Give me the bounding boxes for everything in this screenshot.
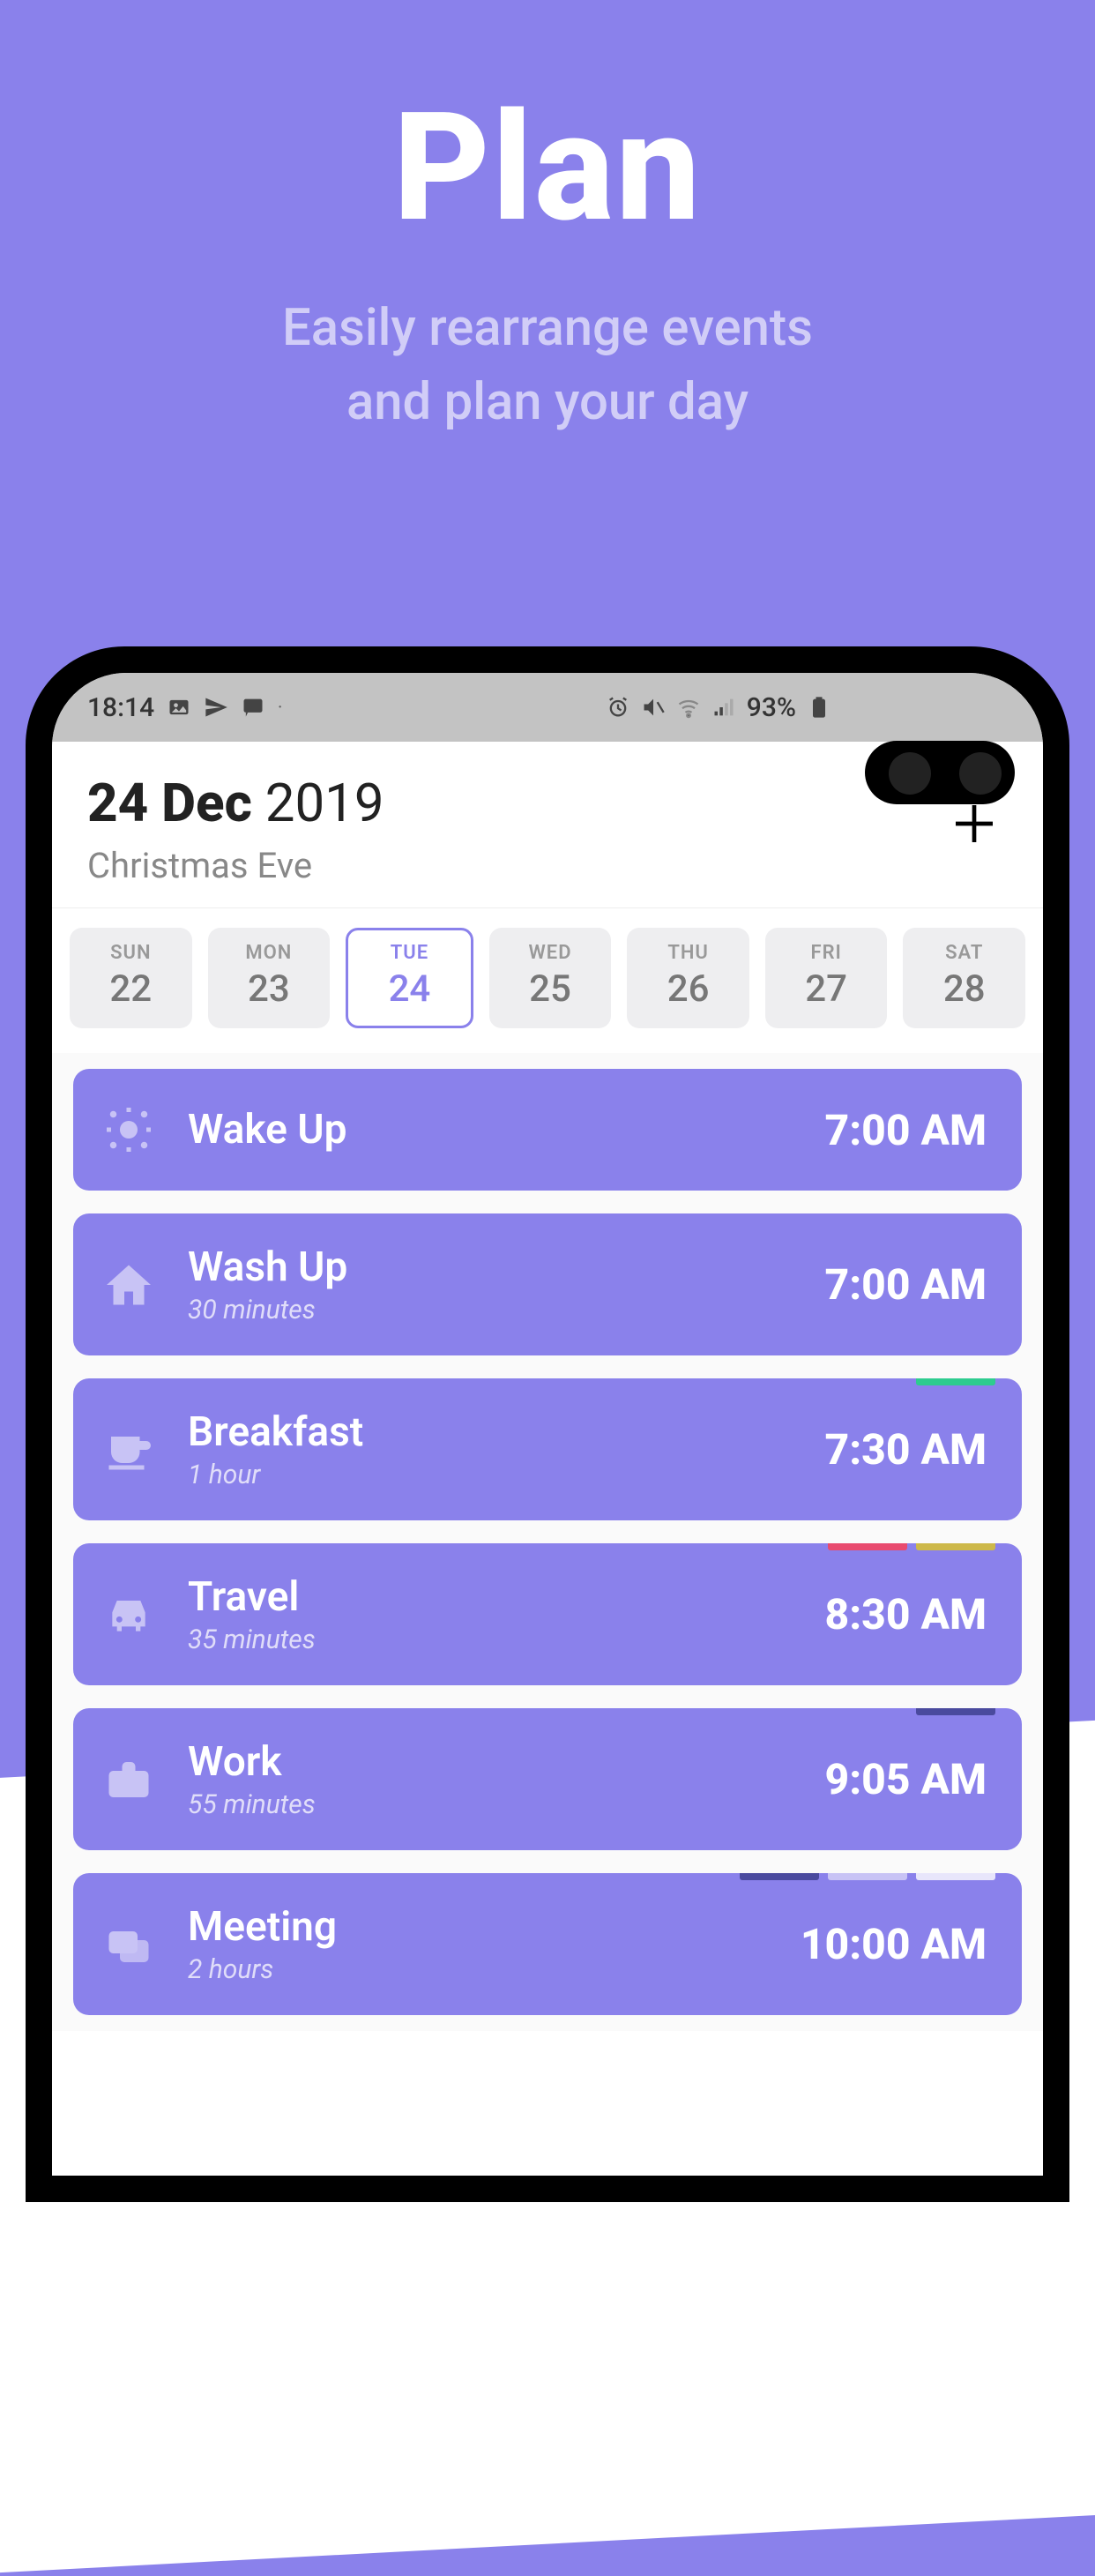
event-card[interactable]: Work55 minutes9:05 AM [73,1708,1022,1850]
event-time: 7:00 AM [825,1105,987,1155]
event-time: 7:30 AM [825,1424,987,1475]
event-tag [916,1708,995,1715]
event-card[interactable]: Wake Up7:00 AM [73,1069,1022,1191]
day-of-week: SAT [903,942,1025,964]
camera-cutout [889,752,931,795]
wifi-icon [676,695,701,720]
camera-cutout [959,752,1002,795]
day-cell-mon[interactable]: MON 23 [208,928,331,1028]
event-title: Wake Up [188,1106,825,1154]
home-icon [98,1254,160,1316]
day-cell-wed[interactable]: WED 25 [489,928,612,1028]
event-tag [916,1873,995,1880]
event-title: Meeting [188,1903,801,1951]
event-card[interactable]: Wash Up 30 minutes7:00 AM [73,1213,1022,1355]
event-time: 10:00 AM [801,1919,987,1969]
alarm-icon [606,695,630,720]
day-number: 27 [765,967,888,1011]
day-number: 22 [70,967,192,1011]
hero-subtitle: Easily rearrange events and plan your da… [0,291,1095,439]
chat-icon [98,1914,160,1975]
car-icon [98,1584,160,1646]
status-dot: · [278,698,282,717]
day-of-week: MON [208,942,331,964]
header-holiday: Christmas Eve [87,845,950,886]
day-number: 24 [348,967,471,1011]
status-time: 18:14 [87,692,154,723]
event-tag [740,1873,819,1880]
event-tags [916,1378,995,1385]
mute-icon [641,695,666,720]
signal-icon [711,695,736,720]
event-tag [916,1543,995,1550]
event-card[interactable]: Meeting2 hours10:00 AM [73,1873,1022,2015]
day-number: 26 [627,967,749,1011]
event-tag [828,1543,907,1550]
day-number: 25 [489,967,612,1011]
sun-icon [98,1099,160,1161]
event-duration: 55 minutes [188,1789,825,1820]
phone-screen: 18:14 · 93% 24 Dec 2019 Chr [52,673,1043,2176]
header-date: 24 Dec 2019 [87,772,950,834]
event-card[interactable]: Travel35 minutes8:30 AM [73,1543,1022,1685]
phone-frame: 18:14 · 93% 24 Dec 2019 Chr [27,648,1068,2200]
day-of-week: WED [489,942,612,964]
day-cell-fri[interactable]: FRI 27 [765,928,888,1028]
day-cell-thu[interactable]: THU 26 [627,928,749,1028]
status-bar: 18:14 · 93% [52,673,1043,742]
promo-hero: Plan Easily rearrange events and plan yo… [0,0,1095,439]
event-tags [916,1708,995,1715]
day-cell-sat[interactable]: SAT 28 [903,928,1025,1028]
day-of-week: THU [627,942,749,964]
briefcase-icon [98,1749,160,1811]
event-duration: 1 hour [188,1460,825,1490]
event-title: Travel [188,1573,825,1621]
day-of-week: FRI [765,942,888,964]
chat-icon [241,695,265,720]
event-duration: 30 minutes [188,1295,825,1325]
event-time: 7:00 AM [825,1259,987,1310]
day-of-week: SUN [70,942,192,964]
day-cell-tue[interactable]: TUE 24 [346,928,473,1028]
day-of-week: TUE [348,942,471,964]
day-number: 23 [208,967,331,1011]
event-tag [828,1873,907,1880]
event-card[interactable]: Breakfast 1 hour7:30 AM [73,1378,1022,1520]
day-number: 28 [903,967,1025,1011]
event-title: Wash Up [188,1243,825,1291]
status-battery: 93% [747,692,796,723]
event-title: Breakfast [188,1408,825,1456]
cup-icon [98,1419,160,1481]
event-tags [828,1543,995,1550]
event-duration: 2 hours [188,1954,801,1985]
week-selector: SUN 22 MON 23 TUE 24 WED 25 THU 26 FRI 27 SAT 28 [52,908,1043,1053]
day-cell-sun[interactable]: SUN 22 [70,928,192,1028]
event-tags [740,1873,995,1880]
send-icon [204,695,228,720]
picture-icon [167,695,191,720]
event-time: 9:05 AM [825,1754,987,1804]
hero-title: Plan [0,79,1095,256]
event-list[interactable]: Wake Up7:00 AMWash Up30 minutes7:00 AMBr… [52,1053,1043,2031]
event-title: Work [188,1738,825,1786]
event-time: 8:30 AM [825,1589,987,1639]
event-duration: 35 minutes [188,1624,825,1655]
battery-icon [807,695,831,720]
event-tag [916,1378,995,1385]
